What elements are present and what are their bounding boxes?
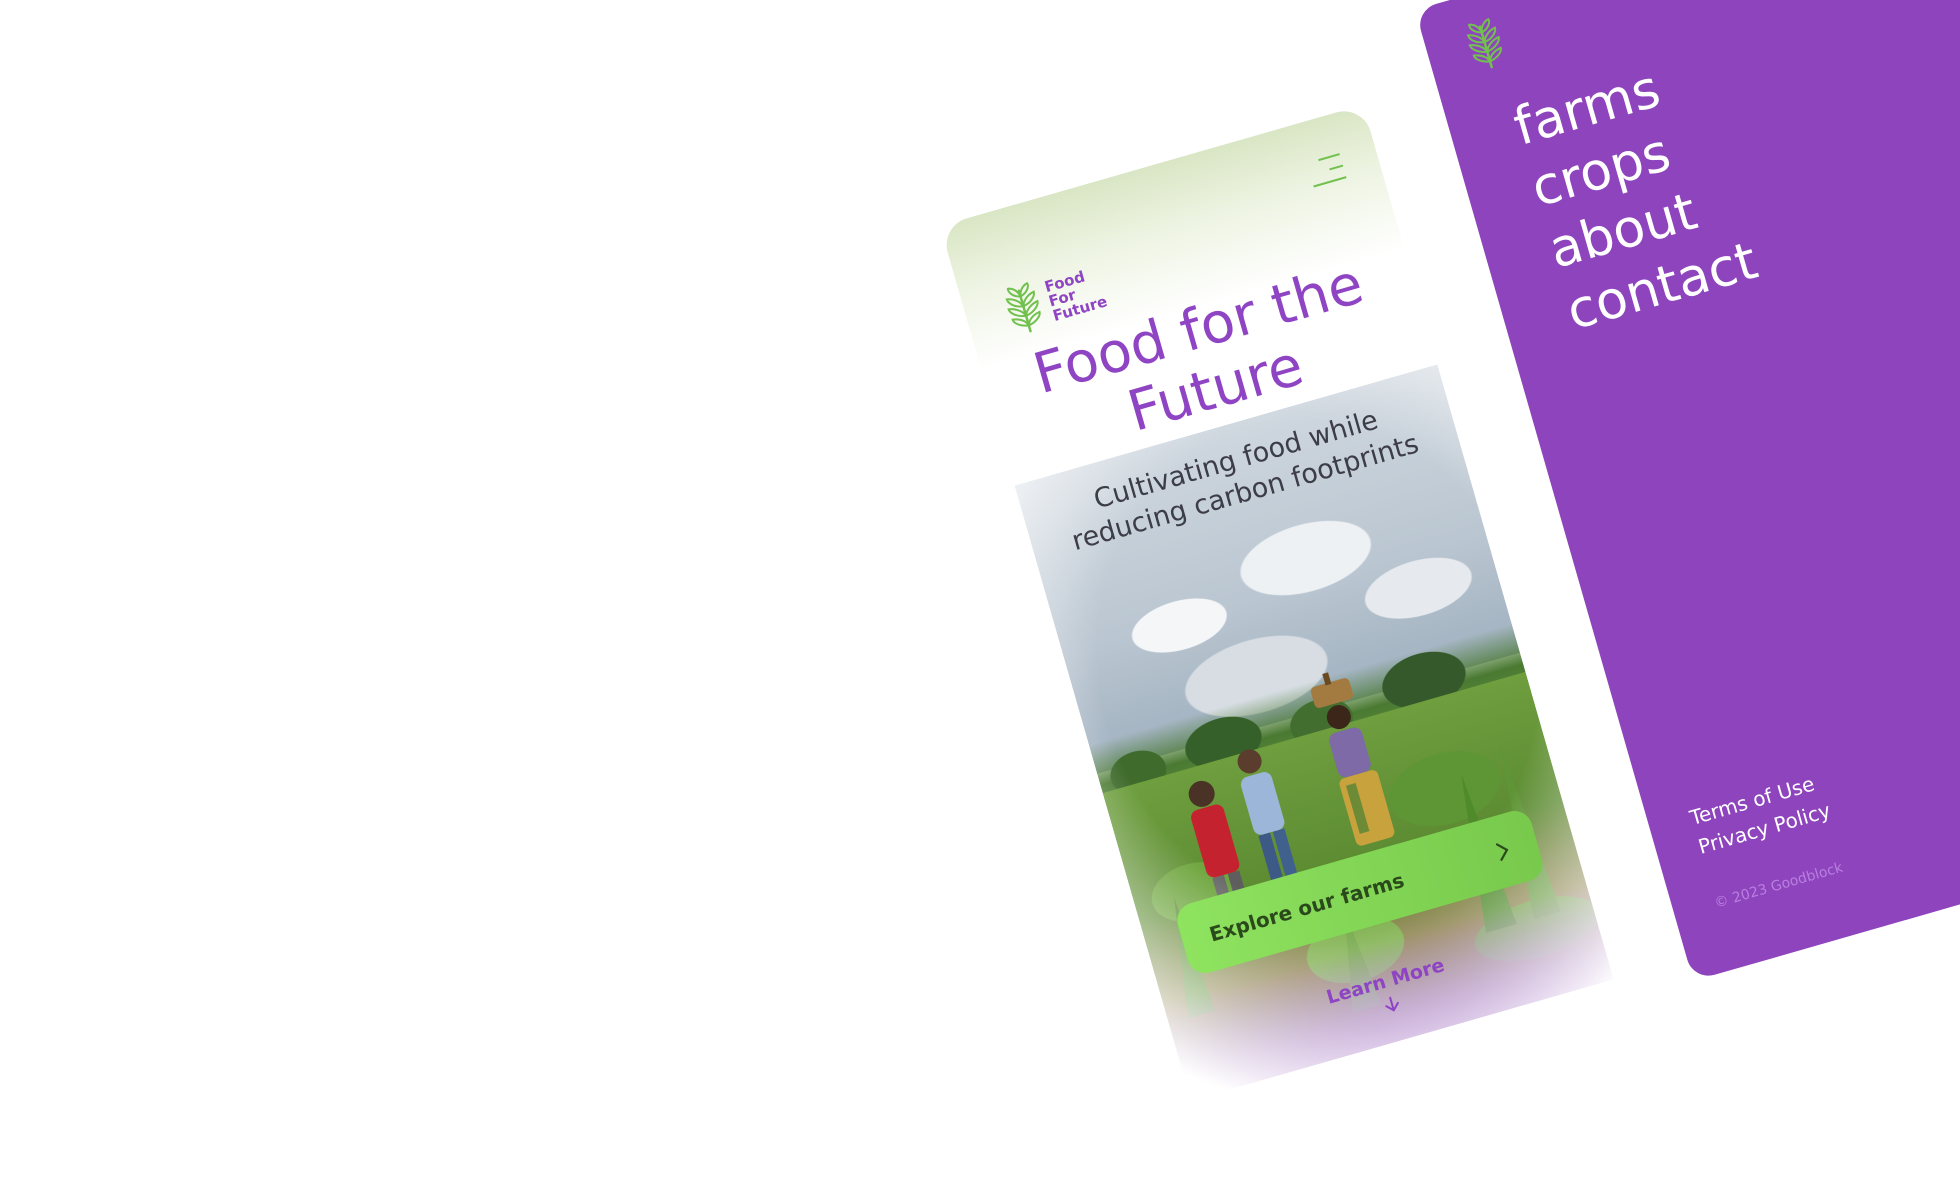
hamburger-menu-icon[interactable] <box>1304 149 1348 192</box>
wheat-icon <box>998 279 1050 338</box>
brand-name: Food For Future <box>1042 267 1110 325</box>
copyright-text: © 2023 Goodblock <box>1712 859 1845 912</box>
main-navigation: farms crops about contact <box>1507 44 1765 344</box>
menu-line <box>1318 153 1340 162</box>
canvas: Food For Future Food for the Future Cult… <box>0 0 1960 1200</box>
menu-footer: Terms of Use Privacy Policy © 2023 Goodb… <box>1686 766 1848 911</box>
chevron-right-icon <box>1493 839 1513 864</box>
decorative-circle <box>1947 407 1960 981</box>
wheat-icon[interactable] <box>1459 15 1512 78</box>
menu-line <box>1329 164 1344 171</box>
menu-line <box>1313 176 1347 188</box>
